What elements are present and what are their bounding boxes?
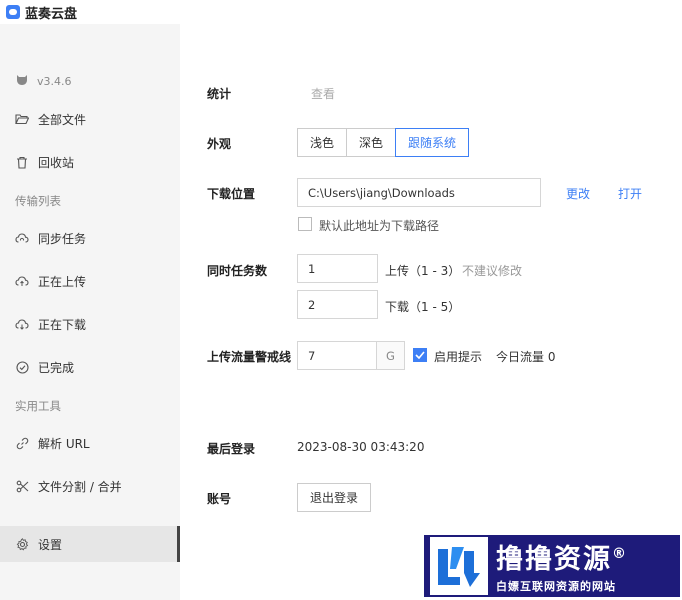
appearance-light-button[interactable]: 浅色 <box>297 128 348 157</box>
trash-icon <box>15 155 29 169</box>
traffic-unit: G <box>377 341 405 370</box>
sidebar-item-completed[interactable]: 已完成 <box>0 349 180 385</box>
upload-tasks-input[interactable]: 1 <box>297 254 378 283</box>
scissors-icon <box>15 479 29 493</box>
upload-tasks-hint: 不建议修改 <box>462 264 523 278</box>
default-path-label: 默认此地址为下载路径 <box>319 219 440 233</box>
github-icon <box>15 74 29 89</box>
title-bar: 蓝奏云盘 <box>0 0 682 24</box>
app-title: 蓝奏云盘 <box>25 6 78 22</box>
check-circle-icon <box>15 360 29 374</box>
watermark-banner: 撸撸资源® 白嫖互联网资源的网站 <box>424 535 680 597</box>
sidebar-item-trash[interactable]: 回收站 <box>0 144 180 180</box>
appearance-system-button[interactable]: 跟随系统 <box>395 128 470 157</box>
stats-view-link[interactable]: 查看 <box>311 85 335 102</box>
sidebar-group-tools: 实用工具 <box>15 399 61 413</box>
watermark-title: 撸撸资源® <box>496 544 628 575</box>
sidebar-item-sync[interactable]: 同步任务 <box>0 220 180 256</box>
cloud-sync-icon <box>15 231 29 245</box>
sidebar-item-file-split[interactable]: 文件分割 / 合并 <box>0 468 180 504</box>
sidebar-item-downloading[interactable]: 正在下载 <box>0 306 180 342</box>
check-icon <box>415 351 425 359</box>
concurrent-tasks-label: 同时任务数 <box>207 264 268 278</box>
stats-label: 统计 <box>207 87 232 101</box>
sidebar-item-parse-url[interactable]: 解析 URL <box>0 425 180 461</box>
account-label: 账号 <box>207 492 232 506</box>
sidebar-item-all-files[interactable]: 全部文件 <box>0 101 180 137</box>
registered-mark: ® <box>612 546 628 562</box>
sidebar: v3.4.6 全部文件 回收站 传输列表 同步任务 正在上传 正在下载 已完成 … <box>0 24 180 600</box>
watermark-text: 撸撸资源® 白嫖互联网资源的网站 <box>496 538 628 594</box>
traffic-limit-input[interactable]: 7 <box>297 341 377 370</box>
default-path-checkbox[interactable] <box>298 217 312 231</box>
appearance-dark-button[interactable]: 深色 <box>346 128 397 157</box>
upload-tasks-range: 上传（1 - 3） <box>385 264 461 278</box>
enable-alert-label: 启用提示 <box>434 350 483 364</box>
sidebar-item-uploading[interactable]: 正在上传 <box>0 263 180 299</box>
download-tasks-input[interactable]: 2 <box>297 290 378 319</box>
version-label: v3.4.6 <box>15 74 72 89</box>
download-location-label: 下载位置 <box>207 187 256 201</box>
today-traffic: 今日流量 0 <box>496 350 556 364</box>
last-login-label: 最后登录 <box>207 442 256 456</box>
sidebar-group-transfer: 传输列表 <box>15 194 61 208</box>
folder-open-icon <box>15 112 29 126</box>
link-icon <box>15 436 29 450</box>
open-path-link[interactable]: 打开 <box>618 185 642 202</box>
cloud-upload-icon <box>15 274 29 288</box>
appearance-segmented-control: 浅色 深色 跟随系统 <box>297 128 470 157</box>
upload-traffic-label: 上传流量警戒线 <box>207 350 292 364</box>
logout-button[interactable]: 退出登录 <box>297 483 372 512</box>
settings-panel: 统计 查看 外观 浅色 深色 跟随系统 下载位置 C:\Users\jiang\… <box>180 24 682 600</box>
sidebar-item-settings[interactable]: 设置 <box>0 526 180 562</box>
app-logo-icon <box>6 5 20 19</box>
watermark-logo-icon <box>430 537 488 595</box>
download-tasks-range: 下载（1 - 5） <box>385 300 461 314</box>
watermark-subtitle: 白嫖互联网资源的网站 <box>496 580 616 593</box>
last-login-value: 2023-08-30 03:43:20 <box>297 440 425 454</box>
download-path-input[interactable]: C:\Users\jiang\Downloads <box>297 178 541 207</box>
change-path-link[interactable]: 更改 <box>566 185 590 202</box>
gear-icon <box>15 537 29 551</box>
cloud-download-icon <box>15 317 29 331</box>
appearance-label: 外观 <box>207 137 232 151</box>
enable-alert-checkbox[interactable] <box>413 348 427 362</box>
